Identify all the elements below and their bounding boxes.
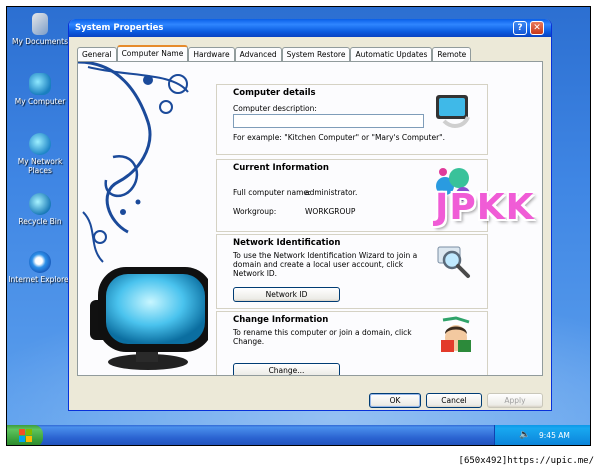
user-avatar-icon [441,316,471,352]
workgroup-value: WORKGROUP [305,207,356,216]
desktop-icon-label: My Documents [11,37,69,46]
computer-description-example: For example: "Kitchen Computer" or "Mary… [233,133,445,142]
magnifier-icon [437,246,470,278]
screenshot-frame: My Documents My Computer My Network Plac… [0,0,600,473]
tab-advanced[interactable]: Advanced [234,47,282,61]
recycle-bin-icon [29,193,51,215]
system-tray: 🔈 9:45 AM [494,425,590,445]
desktop-icon-my-documents[interactable]: My Documents [8,13,72,46]
tab-hardware[interactable]: Hardware [188,47,235,61]
network-places-icon [29,133,51,155]
tab-system-restore[interactable]: System Restore [281,47,351,61]
tab-general[interactable]: General [77,47,117,61]
computer-details-group: Computer details Computer description: F… [216,84,488,155]
my-documents-icon [32,13,48,35]
network-id-button[interactable]: Network ID [233,287,340,302]
tab-automatic-updates[interactable]: Automatic Updates [350,47,433,61]
workgroup-label: Workgroup: [233,207,277,216]
decorative-artwork [78,62,208,370]
close-button[interactable]: ✕ [530,21,544,35]
ok-button[interactable]: OK [369,393,421,408]
desktop-icon-label: Recycle Bin [18,217,62,226]
tab-strip: General Computer Name Hardware Advanced … [77,45,472,61]
start-button[interactable] [7,425,43,445]
desktop-icon-label: My Computer [14,97,66,106]
current-information-title: Current Information [233,163,329,173]
tab-computer-name[interactable]: Computer Name [116,45,189,61]
full-computer-name-value: administrator. [305,188,358,197]
my-computer-icon [29,73,51,95]
watermark-text: JPKK [435,187,535,228]
help-button[interactable]: ? [513,21,527,35]
image-caption: [650x492]https://upic.me/ [458,456,594,466]
change-information-text: To rename this computer or join a domain… [233,328,412,346]
computer-description-label: Computer description: [233,104,317,113]
computer-details-title: Computer details [233,88,316,98]
desktop-icon-recycle-bin[interactable]: Recycle Bin [8,193,72,226]
tab-remote[interactable]: Remote [432,47,472,61]
internet-explorer-icon [29,251,51,273]
change-information-title: Change Information [233,315,329,325]
network-identification-group: Network Identification To use the Networ… [216,234,488,309]
windows-logo-icon [19,429,32,442]
network-identification-text: To use the Network Identification Wizard… [233,251,418,278]
desktop-icon-label: Internet Explorer [8,275,72,284]
desktop-icon-my-computer[interactable]: My Computer [8,73,72,106]
window-title: System Properties [75,23,164,33]
desktop-icon-internet-explorer[interactable]: Internet Explorer [8,251,72,284]
change-button[interactable]: Change... [233,363,340,375]
computer-monitor-icon [436,95,470,128]
dialog-button-bar: OK Cancel Apply [69,389,551,410]
volume-icon[interactable]: 🔈 [519,430,530,440]
full-computer-name-label: Full computer name: [233,188,311,197]
network-identification-title: Network Identification [233,238,341,248]
desktop-icon-label: My Network Places [17,157,63,175]
clock[interactable]: 9:45 AM [539,431,570,440]
window-titlebar[interactable]: System Properties ? ✕ [69,19,551,37]
computer-description-input[interactable] [233,114,424,128]
taskbar: EN 🔈 9:45 AM [7,425,590,445]
desktop: My Documents My Computer My Network Plac… [6,6,591,446]
desktop-icon-my-network-places[interactable]: My Network Places [8,133,72,175]
cancel-button[interactable]: Cancel [426,393,482,408]
change-information-group: Change Information To rename this comput… [216,311,488,375]
apply-button[interactable]: Apply [487,393,543,408]
